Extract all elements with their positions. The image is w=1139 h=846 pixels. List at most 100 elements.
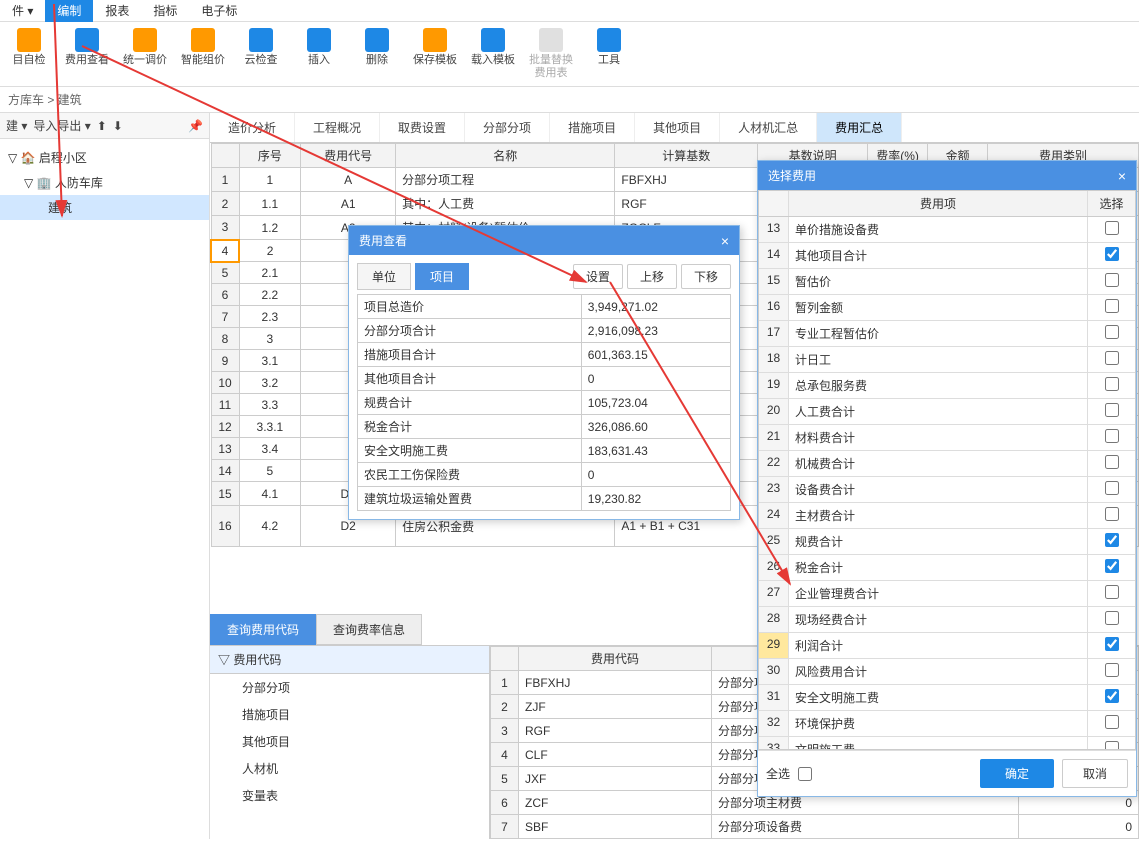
tool-3[interactable]: 智能组价 [178, 28, 228, 80]
close-icon[interactable]: × [721, 233, 729, 249]
tool-7[interactable]: 保存模板 [410, 28, 460, 80]
fee-row[interactable]: 26税金合计 [759, 555, 1135, 581]
fee-checkbox[interactable] [1105, 637, 1119, 651]
menu-4[interactable]: 电子标 [189, 0, 249, 22]
fee-view-row[interactable]: 安全文明施工费183,631.43 [358, 439, 731, 463]
fee-row[interactable]: 29利润合计 [759, 633, 1135, 659]
fee-row[interactable]: 25规费合计 [759, 529, 1135, 555]
code-tree-item[interactable]: 其他项目 [210, 728, 489, 755]
fee-row[interactable]: 16暂列金额 [759, 295, 1135, 321]
menu-3[interactable]: 指标 [141, 0, 189, 22]
fee-checkbox[interactable] [1105, 377, 1119, 391]
tab-1[interactable]: 工程概况 [295, 113, 380, 142]
code-tree-item[interactable]: 分部分项 [210, 674, 489, 701]
fee-view-row[interactable]: 农民工工伤保险费0 [358, 463, 731, 487]
menu-2[interactable]: 报表 [93, 0, 141, 22]
fee-checkbox[interactable] [1105, 429, 1119, 443]
tree-item[interactable]: 建筑 [0, 195, 209, 220]
close-icon[interactable]: × [1118, 168, 1126, 184]
fee-checkbox[interactable] [1105, 533, 1119, 547]
fee-checkbox[interactable] [1105, 559, 1119, 573]
tool-0[interactable]: 目自检 [4, 28, 54, 80]
fee-row[interactable]: 30风险费用合计 [759, 659, 1135, 685]
fee-checkbox[interactable] [1105, 455, 1119, 469]
fee-checkbox[interactable] [1105, 273, 1119, 287]
bottom-tab[interactable]: 查询费用代码 [210, 614, 316, 645]
fee-checkbox[interactable] [1105, 507, 1119, 521]
move-up-button[interactable]: 上移 [627, 264, 677, 289]
tool-6[interactable]: 删除 [352, 28, 402, 80]
fee-checkbox[interactable] [1105, 351, 1119, 365]
fee-view-row[interactable]: 项目总造价3,949,271.02 [358, 295, 731, 319]
col-header[interactable]: 序号 [239, 144, 301, 168]
fee-checkbox[interactable] [1105, 325, 1119, 339]
fee-view-row[interactable]: 分部分项合计2,916,098.23 [358, 319, 731, 343]
fee-row[interactable]: 24主材费合计 [759, 503, 1135, 529]
fee-row[interactable]: 27企业管理费合计 [759, 581, 1135, 607]
fee-row[interactable]: 21材料费合计 [759, 425, 1135, 451]
fee-row[interactable]: 22机械费合计 [759, 451, 1135, 477]
fee-view-row[interactable]: 建筑垃圾运输处置费19,230.82 [358, 487, 731, 511]
tab-6[interactable]: 人材机汇总 [720, 113, 817, 142]
fee-row[interactable]: 14其他项目合计 [759, 243, 1135, 269]
pin-icon[interactable]: 📌 [188, 119, 203, 133]
fee-row[interactable]: 15暂估价 [759, 269, 1135, 295]
fee-checkbox[interactable] [1105, 715, 1119, 729]
tool-5[interactable]: 插入 [294, 28, 344, 80]
seg-project[interactable]: 项目 [415, 263, 469, 290]
tab-2[interactable]: 取费设置 [380, 113, 465, 142]
fee-row[interactable]: 20人工费合计 [759, 399, 1135, 425]
bottom-tab[interactable]: 查询费率信息 [316, 614, 422, 645]
settings-button[interactable]: 设置 [573, 264, 623, 289]
ok-button[interactable]: 确定 [980, 759, 1054, 788]
tab-7[interactable]: 费用汇总 [817, 113, 902, 142]
col-header[interactable]: 名称 [396, 144, 615, 168]
seg-unit[interactable]: 单位 [357, 263, 411, 290]
code-tree-item[interactable]: 措施项目 [210, 701, 489, 728]
fee-row[interactable]: 33文明施工费 [759, 737, 1135, 750]
tool-2[interactable]: 统一调价 [120, 28, 170, 80]
fee-view-row[interactable]: 税金合计326,086.60 [358, 415, 731, 439]
new-button[interactable]: 建 ▾ [6, 117, 27, 134]
col-header[interactable]: 费用代号 [301, 144, 396, 168]
menu-1[interactable]: 编制 [45, 0, 93, 22]
fee-row[interactable]: 23设备费合计 [759, 477, 1135, 503]
table-row[interactable]: 7SBF分部分项设备费0 [491, 815, 1139, 839]
move-down-button[interactable]: 下移 [681, 264, 731, 289]
fee-checkbox[interactable] [1105, 689, 1119, 703]
fee-checkbox[interactable] [1105, 585, 1119, 599]
code-tree-item[interactable]: 人材机 [210, 755, 489, 782]
fee-checkbox[interactable] [1105, 221, 1119, 235]
tab-4[interactable]: 措施项目 [550, 113, 635, 142]
tab-3[interactable]: 分部分项 [465, 113, 550, 142]
tool-4[interactable]: 云检查 [236, 28, 286, 80]
fee-row[interactable]: 28现场经费合计 [759, 607, 1135, 633]
tool-8[interactable]: 载入模板 [468, 28, 518, 80]
fee-checkbox[interactable] [1105, 611, 1119, 625]
tool-1[interactable]: 费用查看 [62, 28, 112, 80]
fee-view-row[interactable]: 规费合计105,723.04 [358, 391, 731, 415]
fee-checkbox[interactable] [1105, 247, 1119, 261]
fee-checkbox[interactable] [1105, 299, 1119, 313]
fee-checkbox[interactable] [1105, 663, 1119, 677]
fee-view-row[interactable]: 措施项目合计601,363.15 [358, 343, 731, 367]
fee-row[interactable]: 32环境保护费 [759, 711, 1135, 737]
import-export-button[interactable]: 导入导出 ▾ [33, 117, 90, 134]
menu-0[interactable]: 件 ▾ [0, 0, 45, 22]
tree-item[interactable]: ▽ 🏠 启程小区 [0, 145, 209, 170]
fee-row[interactable]: 13单价措施设备费 [759, 217, 1135, 243]
col-header[interactable]: 计算基数 [615, 144, 758, 168]
fee-checkbox[interactable] [1105, 741, 1119, 750]
fee-checkbox[interactable] [1105, 481, 1119, 495]
code-tree-item[interactable]: 变量表 [210, 782, 489, 809]
fee-row[interactable]: 17专业工程暂估价 [759, 321, 1135, 347]
select-all-checkbox[interactable] [798, 767, 812, 781]
tab-5[interactable]: 其他项目 [635, 113, 720, 142]
tool-10[interactable]: 工具 [584, 28, 634, 80]
tree-item[interactable]: ▽ 🏢 人防车库 [0, 170, 209, 195]
fee-row[interactable]: 31安全文明施工费 [759, 685, 1135, 711]
tab-0[interactable]: 造价分析 [210, 113, 295, 142]
fee-view-row[interactable]: 其他项目合计0 [358, 367, 731, 391]
fee-row[interactable]: 18计日工 [759, 347, 1135, 373]
fee-checkbox[interactable] [1105, 403, 1119, 417]
